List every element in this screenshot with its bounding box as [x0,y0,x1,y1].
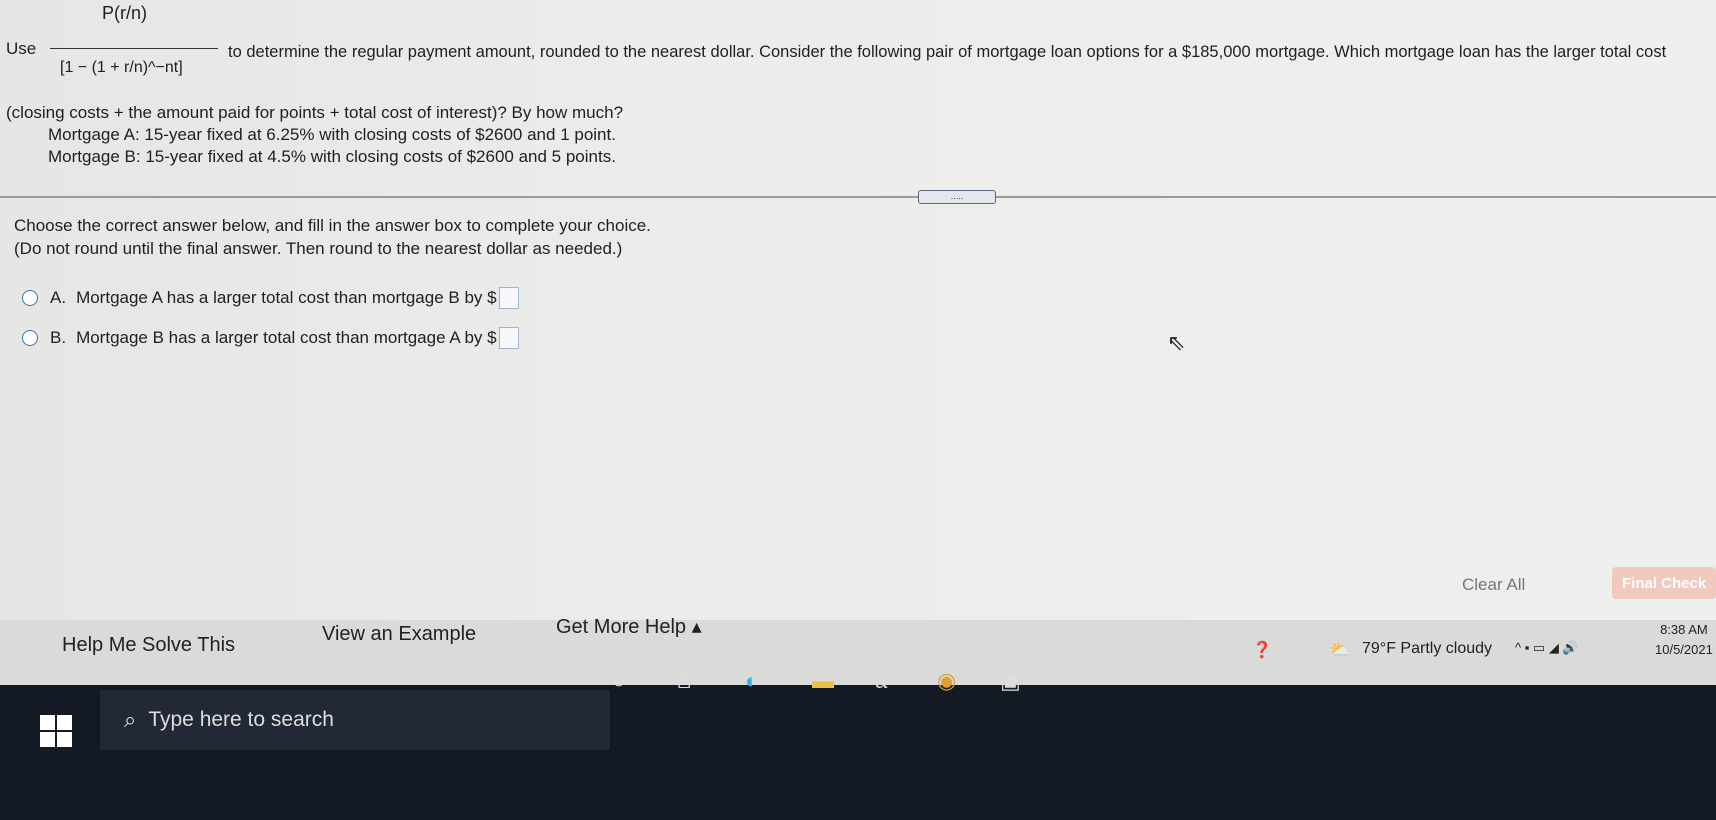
payment-formula: P(r/n) [1 − (1 + r/n)^−nt] [50,3,220,104]
weather-icon: ⛅ [1330,642,1350,659]
search-placeholder: Type here to search [148,708,334,731]
formula-fraction-bar [50,48,218,49]
get-more-help-button[interactable]: Get More Help ▴ [556,614,702,639]
system-tray-icons[interactable]: ^ ▪ ▭ ◢ 🔊 [1515,640,1579,656]
task-view-icon[interactable]: ⧉ [675,668,691,694]
choice-b-text: Mortgage B has a larger total cost than … [76,328,497,347]
question-text: Use P(r/n) [1 − (1 + r/n)^−nt] to determ… [6,3,1706,168]
mouse-cursor-icon: ⇖ [1167,330,1186,355]
use-word: Use [6,39,37,58]
edge-browser-icon[interactable]: ◐ [745,668,758,694]
mortgage-b-text: Mortgage B: 15-year fixed at 4.5% with c… [48,147,616,167]
mortgage-a-text: Mortgage A: 15-year fixed at 6.25% with … [48,125,616,145]
pane-separator [0,196,1716,198]
choice-a-answer-box[interactable] [498,287,519,309]
choice-a-letter: A. [50,288,67,307]
choice-a[interactable]: A. Mortgage A has a larger total cost th… [22,278,519,318]
view-example-button[interactable]: View an Example [322,623,476,646]
answer-choices: A. Mortgage A has a larger total cost th… [22,278,519,358]
taskbar-clock[interactable]: 8:38 AM 10/5/2021 [1655,620,1713,659]
formula-numerator: P(r/n) [102,3,147,23]
camera-app-icon[interactable]: ▣ [1000,668,1021,694]
choice-a-radio[interactable] [22,290,38,306]
question-stem: to determine the regular payment amount,… [228,43,1667,61]
choice-b[interactable]: B. Mortgage B has a larger total cost th… [22,318,519,358]
choice-b-letter: B. [50,328,67,347]
choice-a-text: Mortgage A has a larger total cost than … [76,288,497,307]
instructions-line2: (Do not round until the final answer. Th… [14,238,623,258]
instructions-line1: Choose the correct answer below, and fil… [14,216,651,235]
clock-time: 8:38 AM [1660,622,1708,637]
search-icon: ⌕ [124,707,137,732]
chrome-browser-icon[interactable]: ◉ [937,668,956,694]
formula-denominator: [1 − (1 + r/n)^−nt] [60,59,183,76]
help-me-solve-button[interactable]: Help Me Solve This [62,634,235,657]
final-check-button[interactable]: Final Check [1612,567,1716,599]
clear-all-button[interactable]: Clear All [1462,575,1525,595]
choice-b-radio[interactable] [22,330,38,346]
cortana-icon[interactable]: ○ [612,668,625,694]
question-page: Use P(r/n) [1 − (1 + r/n)^−nt] to determ… [0,0,1716,700]
pane-resize-handle[interactable]: ..... [918,190,996,204]
instructions: Choose the correct answer below, and fil… [14,215,651,261]
file-explorer-icon[interactable]: ▬ [812,668,834,694]
help-tray-icon[interactable]: ❓ [1252,640,1272,660]
windows-start-icon[interactable] [40,715,72,747]
amazon-app-icon[interactable]: a [875,668,887,694]
choice-b-answer-box[interactable] [498,327,519,349]
taskbar-search[interactable]: ⌕ Type here to search [100,690,610,750]
weather-text[interactable]: 79°F Partly cloudy [1362,640,1492,658]
question-continuation: (closing costs + the amount paid for poi… [6,103,624,122]
clock-date: 10/5/2021 [1655,641,1713,657]
